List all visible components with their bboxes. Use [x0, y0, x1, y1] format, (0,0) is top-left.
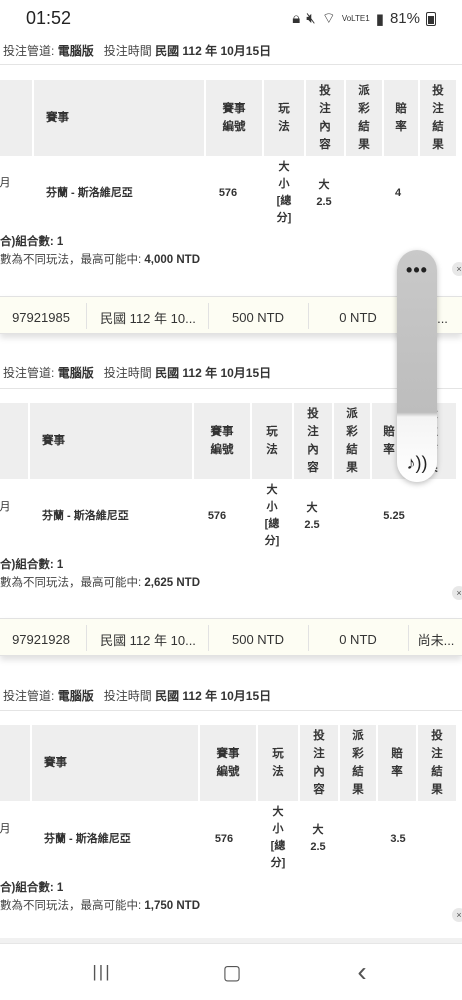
event-id: 576: [207, 509, 227, 522]
header-match: 賽事: [32, 725, 198, 801]
bet-info-line: 投注管道: 電腦版 投注時間 民國 112 年 10月15日: [3, 364, 271, 381]
max-win-line: 數為不同玩法，最高可能中: 1,750 NTD: [0, 900, 201, 912]
match-name: 芬蘭 - 斯洛維尼亞: [42, 509, 129, 522]
event-id: 576: [214, 832, 234, 845]
navigation-bar: ||| ▢ ‹: [0, 944, 462, 1000]
match-name: 芬蘭 - 斯洛維尼亞: [46, 186, 133, 199]
combo-count: 合)組合數: 1: [0, 236, 64, 248]
header-result: 投注結果: [420, 80, 456, 156]
header-payout: 派彩結果: [340, 725, 376, 801]
header-play: 玩法: [264, 80, 304, 156]
cut-date: 月: [0, 822, 11, 835]
time-label: 投注時間: [103, 366, 152, 380]
bet-summary-row[interactable]: 97921928 民國 112 年 10... 500 NTD 0 NTD 尚未…: [0, 618, 462, 656]
floating-panel[interactable]: ••• ♪)): [397, 250, 437, 482]
battery-percent: 81%: [389, 10, 420, 27]
close-icon[interactable]: ×: [452, 262, 462, 276]
recents-icon[interactable]: |||: [82, 960, 122, 984]
time-value: 民國 112 年 10月15日: [155, 689, 272, 703]
home-icon[interactable]: ▢: [212, 960, 252, 984]
header-content: 投注內容: [306, 80, 344, 156]
more-dots-icon[interactable]: •••: [397, 260, 437, 281]
status-text: 尚未...: [417, 632, 455, 648]
play-type: 大小 [總 分]: [264, 484, 280, 547]
cut-date: 月: [0, 500, 11, 513]
max-win-amount: 2,625 NTD: [144, 577, 201, 589]
max-win-line: 數為不同玩法，最高可能中: 4,000 NTD: [0, 254, 201, 266]
header-match: 賽事: [34, 80, 204, 156]
bet-content: 大 2.5: [310, 824, 326, 853]
match-name: 芬蘭 - 斯洛維尼亞: [44, 832, 131, 845]
max-win-line: 數為不同玩法，最高可能中: 2,625 NTD: [0, 577, 201, 589]
combo-count: 合)組合數: 1: [0, 559, 64, 571]
header-content: 投注內容: [300, 725, 338, 801]
bet-summary-row[interactable]: 97921985 民國 112 年 10... 500 NTD 0 NTD 未.…: [0, 296, 462, 334]
status-time: 01:52: [26, 8, 72, 28]
header-play: 玩法: [252, 403, 292, 479]
time-value: 民國 112 年 10月15日: [155, 366, 272, 380]
channel-label: 投注管道:: [3, 366, 55, 380]
play-type: 大小 [總 分]: [276, 161, 292, 224]
channel-label: 投注管道:: [3, 44, 55, 58]
order-id: 97921928: [12, 631, 70, 647]
header-event-id: 賽事 編號: [194, 403, 250, 479]
channel-value: 電腦版: [57, 44, 94, 58]
order-id: 97921985: [12, 309, 70, 325]
channel-label: 投注管道:: [3, 689, 55, 703]
header-odds: 賠率: [384, 80, 418, 156]
mute-icon: 🔇︎: [306, 10, 316, 27]
back-icon[interactable]: ‹: [342, 956, 382, 987]
time-value: 民國 112 年 10月15日: [155, 44, 272, 58]
channel-value: 電腦版: [57, 689, 94, 703]
header-result: 投注結果: [418, 725, 456, 801]
odds: 5.25: [383, 509, 405, 522]
header-play: 玩法: [258, 725, 298, 801]
channel-value: 電腦版: [57, 366, 94, 380]
time-label: 投注時間: [103, 689, 152, 703]
signal-bars-icon: ▮: [375, 10, 384, 28]
music-note-icon[interactable]: ♪)): [397, 453, 437, 474]
payout-amount: 0 NTD: [339, 631, 377, 647]
signal-label: VoLTE1: [341, 14, 370, 23]
order-date: 民國 112 年 10...: [100, 310, 196, 326]
odds: 4: [394, 186, 402, 199]
combo-count: 合)組合數: 1: [0, 882, 64, 894]
bet-info-line: 投注管道: 電腦版 投注時間 民國 112 年 10月15日: [3, 42, 271, 59]
bet-content: 大 2.5: [316, 179, 332, 208]
header-payout: 派彩結果: [346, 80, 382, 156]
time-label: 投注時間: [103, 44, 152, 58]
stake-amount: 500 NTD: [231, 631, 285, 647]
max-win-amount: 1,750 NTD: [144, 900, 201, 912]
cut-date: 月: [0, 176, 11, 189]
lock-icon: 🔒︎: [292, 10, 301, 27]
bet-info-line: 投注管道: 電腦版 投注時間 民國 112 年 10月15日: [3, 687, 271, 704]
bet-content: 大 2.5: [304, 502, 320, 531]
play-type: 大小 [總 分]: [270, 806, 286, 869]
order-date: 民國 112 年 10...: [100, 632, 196, 648]
header-match: 賽事: [30, 403, 192, 479]
battery-icon: [426, 11, 436, 26]
max-win-amount: 4,000 NTD: [144, 254, 201, 266]
payout-amount: 0 NTD: [339, 309, 377, 325]
stake-amount: 500 NTD: [231, 309, 285, 325]
status-icons: 🔒︎ 🔇︎ ⌔ VoLTE1 ▮ 81%: [292, 9, 436, 28]
status-bar: 01:52 🔒︎ 🔇︎ ⌔ VoLTE1 ▮ 81%: [0, 0, 462, 36]
header-payout: 派彩結果: [334, 403, 370, 479]
header-event-id: 賽事 編號: [200, 725, 256, 801]
header-event-id: 賽事 編號: [206, 80, 262, 156]
close-icon[interactable]: ×: [452, 586, 462, 600]
header-odds: 賠率: [378, 725, 416, 801]
event-id: 576: [218, 186, 238, 199]
header-content: 投注內容: [294, 403, 332, 479]
odds: 3.5: [390, 832, 406, 845]
wifi-icon: ⌔: [321, 10, 336, 27]
close-icon[interactable]: ×: [452, 908, 462, 922]
